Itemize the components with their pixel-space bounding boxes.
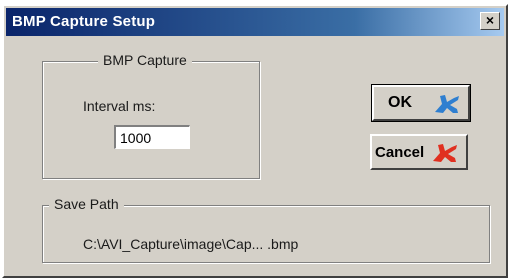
interval-label: Interval ms: xyxy=(83,98,156,114)
close-button[interactable]: × xyxy=(480,12,500,30)
save-path-group: Save Path C:\AVI_Capture\image\Cap... .b… xyxy=(42,196,490,263)
title-bar[interactable]: BMP Capture Setup × xyxy=(6,8,504,36)
save-path-group-label: Save Path xyxy=(49,196,124,212)
runner-icon xyxy=(433,144,457,162)
runner-icon xyxy=(435,95,459,113)
cancel-button-label: Cancel xyxy=(375,143,425,161)
window-title: BMP Capture Setup xyxy=(12,13,156,30)
cancel-button[interactable]: Cancel xyxy=(370,134,468,170)
ok-button-label: OK xyxy=(388,94,412,111)
ok-button[interactable]: OK xyxy=(371,84,471,122)
bmp-capture-group-label: BMP Capture xyxy=(98,52,192,68)
bmp-capture-setup-dialog: BMP Capture Setup × BMP Capture Interval… xyxy=(2,4,508,278)
close-icon: × xyxy=(485,12,495,28)
interval-input[interactable] xyxy=(114,125,190,149)
bmp-capture-group: BMP Capture Interval ms: xyxy=(42,52,260,179)
save-path-value: C:\AVI_Capture\image\Cap... .bmp xyxy=(83,236,299,252)
